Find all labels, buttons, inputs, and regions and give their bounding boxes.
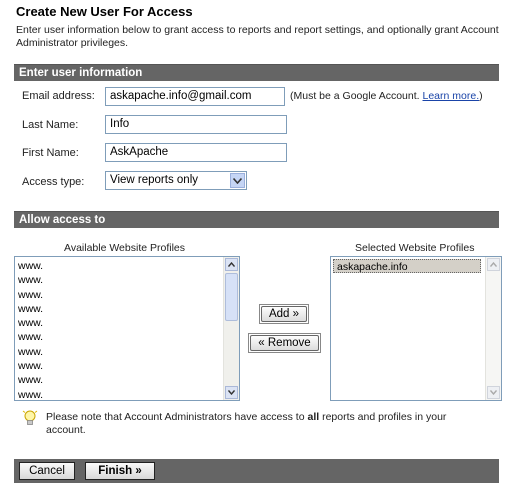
page-title: Create New User For Access — [16, 4, 193, 19]
scroll-down-icon[interactable] — [225, 386, 238, 399]
chevron-down-icon[interactable] — [230, 173, 245, 188]
allow-access-section-header: Allow access to — [14, 211, 499, 228]
email-hint-text: (Must be a Google Account. — [290, 90, 420, 102]
available-profiles-label: Available Website Profiles — [64, 242, 186, 254]
remove-button-frame[interactable]: « Remove — [248, 333, 321, 353]
admin-note-bold: all — [307, 411, 320, 423]
finish-button[interactable]: Finish » — [85, 462, 155, 480]
available-profiles-items: www. www. www. www. www. www. www. www. … — [15, 257, 239, 400]
access-type-label: Access type: — [22, 176, 85, 188]
list-item[interactable]: www. — [15, 373, 239, 387]
list-item[interactable]: www. — [15, 359, 239, 373]
scroll-up-icon[interactable] — [487, 258, 500, 271]
selected-profiles-list[interactable]: askapache.info — [330, 256, 502, 401]
user-info-section-header: Enter user information — [14, 64, 499, 81]
cancel-button[interactable]: Cancel — [19, 462, 75, 480]
access-type-select[interactable]: View reports only — [105, 171, 247, 190]
list-item[interactable]: www. — [15, 330, 239, 344]
list-item[interactable]: www. — [15, 288, 239, 302]
available-profiles-list[interactable]: www. www. www. www. www. www. www. www. … — [14, 256, 240, 401]
selected-profiles-label: Selected Website Profiles — [355, 242, 475, 254]
lightbulb-icon — [22, 409, 38, 427]
selected-profiles-items: askapache.info — [331, 257, 501, 275]
list-item[interactable]: www. — [15, 345, 239, 359]
email-label: Email address: — [22, 90, 95, 102]
remove-button[interactable]: « Remove — [250, 335, 319, 351]
first-name-field[interactable]: AskApache — [105, 143, 287, 162]
list-item[interactable]: www. — [15, 316, 239, 330]
add-button[interactable]: Add » — [261, 306, 307, 322]
list-item[interactable]: www. — [15, 388, 239, 400]
learn-more-link[interactable]: Learn more. — [423, 90, 480, 102]
admin-note-prefix: Please note that Account Administrators … — [46, 411, 308, 423]
email-hint-close: ) — [479, 90, 483, 102]
email-hint: (Must be a Google Account. Learn more.) — [290, 90, 483, 102]
list-item[interactable]: www. — [15, 273, 239, 287]
first-name-label: First Name: — [22, 147, 79, 159]
list-item[interactable]: askapache.info — [333, 259, 481, 274]
last-name-label: Last Name: — [22, 119, 79, 131]
scroll-thumb[interactable] — [225, 273, 238, 321]
admin-note: Please note that Account Administrators … — [46, 411, 486, 437]
footer-bar: Cancel Finish » — [14, 459, 499, 483]
scroll-down-icon[interactable] — [487, 386, 500, 399]
scroll-up-icon[interactable] — [225, 258, 238, 271]
selected-list-scrollbar[interactable] — [485, 257, 501, 400]
available-list-scrollbar[interactable] — [223, 257, 239, 400]
list-item[interactable]: www. — [15, 302, 239, 316]
last-name-field[interactable]: Info — [105, 115, 287, 134]
access-type-value: View reports only — [110, 174, 198, 186]
add-button-frame[interactable]: Add » — [259, 304, 309, 324]
email-field[interactable]: askapache.info@gmail.com — [105, 87, 285, 106]
page-intro: Enter user information below to grant ac… — [16, 24, 499, 49]
list-item[interactable]: www. — [15, 259, 239, 273]
